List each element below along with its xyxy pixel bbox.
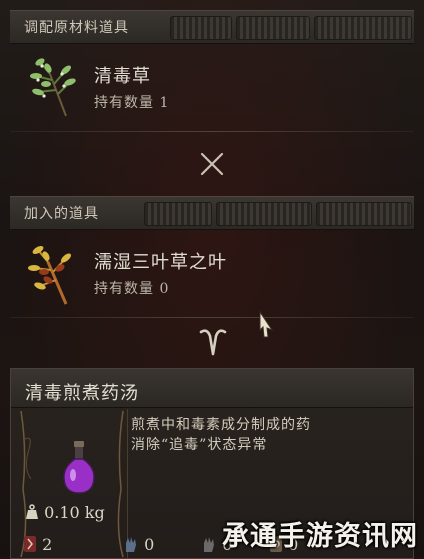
stat-item: 2 xyxy=(23,535,52,557)
header-ornament xyxy=(314,16,412,40)
result-title: 清毒煎煮药汤 xyxy=(25,383,139,404)
added-item-name: 濡湿三叶草之叶 xyxy=(94,252,227,273)
times-icon xyxy=(198,150,226,182)
added-section-header: 加入的道具 xyxy=(10,196,414,230)
rune-icon xyxy=(23,535,37,557)
potion-flask-icon xyxy=(61,439,97,499)
cursor-icon xyxy=(258,310,276,342)
divider xyxy=(10,317,414,318)
header-ornament xyxy=(236,16,310,40)
chevron-down-icon xyxy=(198,326,228,364)
clover-leaf-icon xyxy=(26,242,82,308)
stat-value: 0 xyxy=(144,535,155,554)
header-ornament xyxy=(216,202,312,226)
stat-item: 0 xyxy=(123,535,154,557)
hand-icon xyxy=(123,535,139,557)
herb-icon xyxy=(26,52,82,118)
material-quantity: 持有数量 1 xyxy=(94,95,170,111)
header-ornament xyxy=(144,202,212,226)
stat-value: 2 xyxy=(42,535,53,554)
header-ornament xyxy=(170,16,232,40)
material-item-row[interactable]: 清毒草 持有数量 1 xyxy=(10,46,414,132)
hand-icon xyxy=(201,535,217,557)
header-ornament xyxy=(316,202,412,226)
weight-row: 0.10 kg xyxy=(25,503,105,524)
result-title-bar: 清毒煎煮药汤 xyxy=(11,369,413,408)
weight-icon xyxy=(25,504,39,524)
materials-header-label: 调配原材料道具 xyxy=(24,20,129,36)
description-line: 煎煮中和毒素成分制成的药 xyxy=(131,417,311,433)
watermark: 承通手游资讯网 xyxy=(222,521,418,552)
material-name: 清毒草 xyxy=(94,66,151,87)
description-line: 消除“追毒”状态异常 xyxy=(131,437,268,453)
divider xyxy=(10,131,414,132)
added-header-label: 加入的道具 xyxy=(24,206,99,222)
added-item-row[interactable]: 濡湿三叶草之叶 持有数量 0 xyxy=(10,232,414,318)
added-item-quantity: 持有数量 0 xyxy=(94,281,170,297)
materials-section-header: 调配原材料道具 xyxy=(10,10,414,44)
result-description: 煎煮中和毒素成分制成的药 消除“追毒”状态异常 xyxy=(131,415,381,455)
weight-value: 0.10 kg xyxy=(44,503,105,522)
